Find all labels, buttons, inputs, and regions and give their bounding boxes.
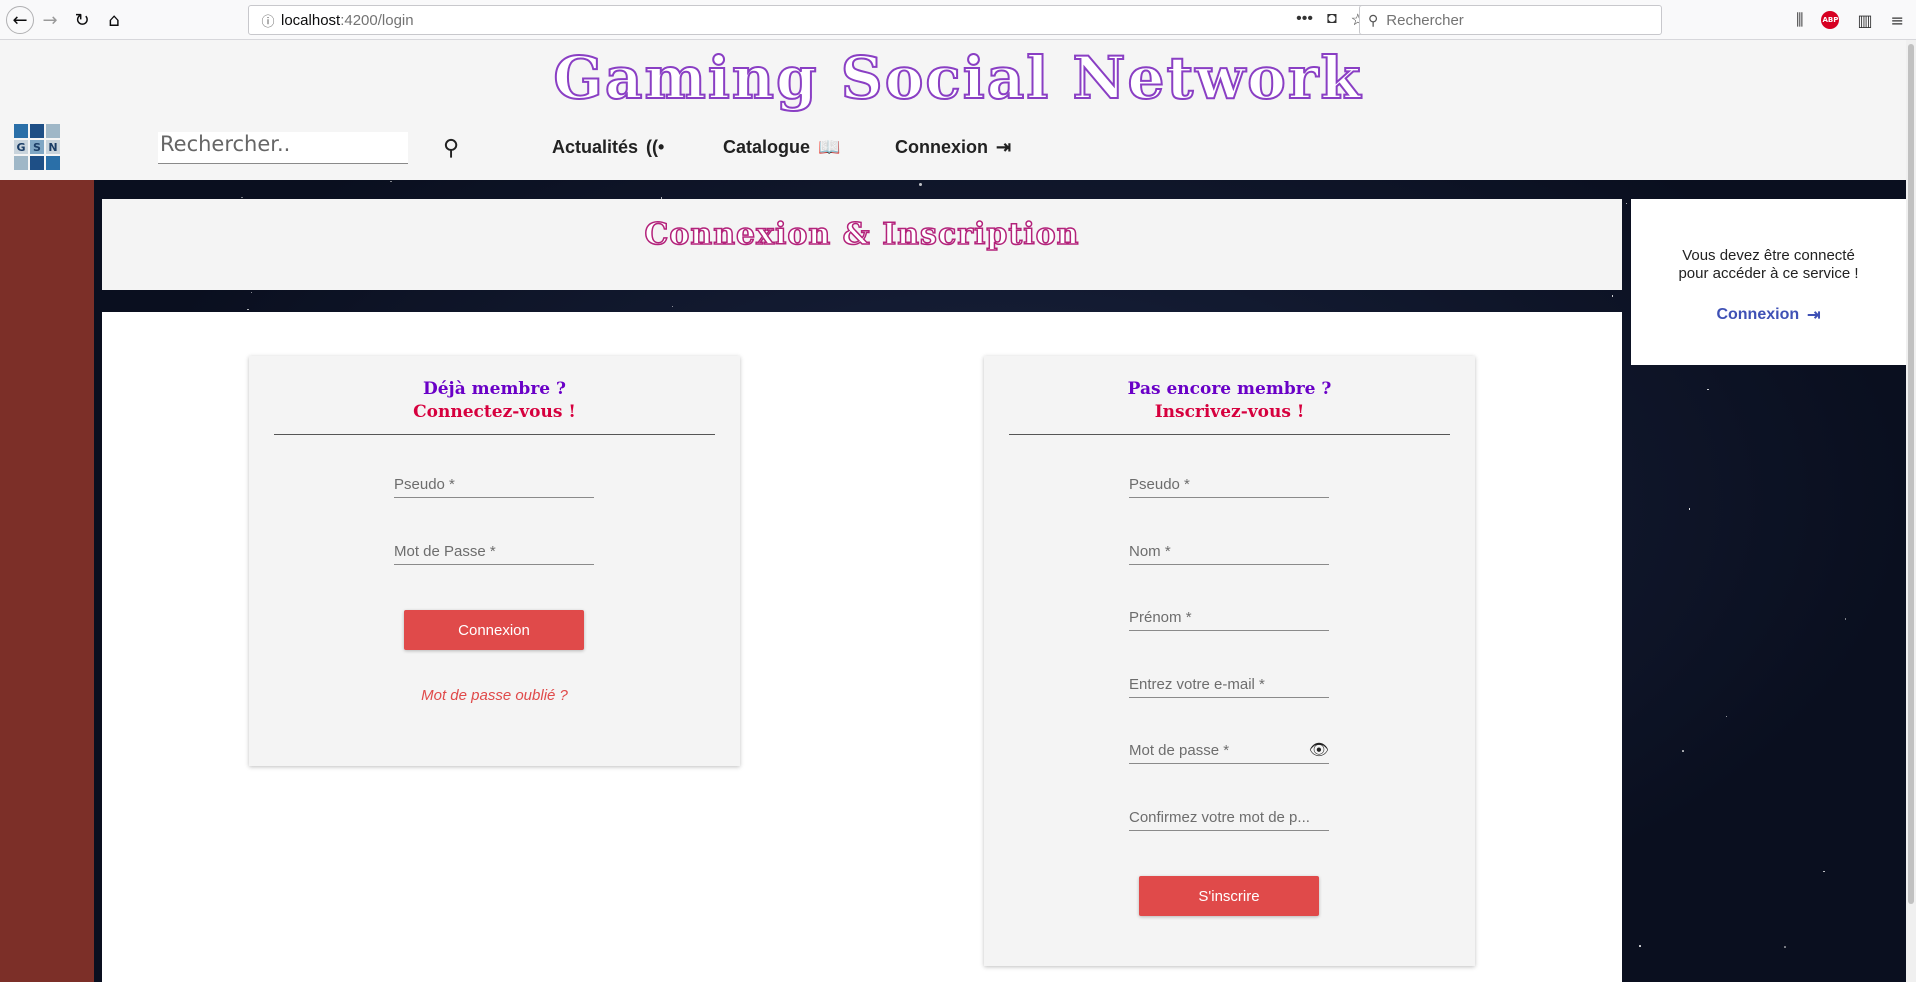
star [241, 196, 243, 199]
site-header: Gaming Social Network G S N Rechercher..… [0, 40, 1916, 180]
page-title: Connexion & Inscription [644, 216, 1080, 253]
nav-connexion-label: Connexion [895, 137, 988, 157]
more-icon[interactable]: ••• [1296, 10, 1313, 30]
star [919, 182, 923, 186]
menu-icon[interactable]: ≡ [1891, 11, 1904, 30]
signup-heading-line2: Inscrivez-vous ! [1154, 402, 1305, 422]
signup-nom-field[interactable]: Nom * [1129, 541, 1329, 565]
page-title-panel: Connexion & Inscription [102, 199, 1622, 290]
login-required-message: Vous devez être connecté pour accéder à … [1678, 247, 1859, 282]
sign-in-icon: ⇥ [1807, 307, 1821, 324]
search-icon[interactable]: ⚲ [443, 136, 459, 161]
info-icon[interactable]: ⓘ [255, 11, 281, 30]
url-bar[interactable]: ⓘ localhost:4200/login ••• ◘ ☆ [248, 5, 1374, 35]
sidebar-connexion-link[interactable]: Connexion ⇥ [1716, 305, 1820, 325]
login-pseudo-field[interactable]: Pseudo * [394, 474, 594, 498]
browser-search-placeholder: Rechercher [1386, 11, 1464, 29]
star [1844, 618, 1847, 620]
logo-letter-s: S [30, 140, 44, 154]
sidebar-icon[interactable]: ▥ [1857, 11, 1872, 30]
star [1639, 945, 1641, 947]
nav-actualites-label: Actualités [552, 137, 639, 157]
rss-icon: ((• [646, 137, 665, 157]
signup-confirm-password-field[interactable]: Confirmez votre mot de p... [1129, 807, 1329, 831]
url-path: :4200/login [340, 11, 414, 29]
left-background-strip [0, 180, 94, 982]
pocket-icon[interactable]: ◘ [1327, 10, 1337, 30]
browser-toolbar: ← → ↻ ⌂ ⓘ localhost:4200/login ••• ◘ ☆ ⚲… [0, 0, 1916, 40]
star [1688, 508, 1691, 510]
gsn-logo[interactable]: G S N [14, 124, 62, 172]
login-required-card: Vous devez être connecté pour accéder à … [1631, 199, 1906, 365]
star [671, 305, 674, 308]
page-scrollbar[interactable] [1906, 40, 1916, 982]
back-icon[interactable]: ← [6, 6, 34, 34]
signup-prenom-field[interactable]: Prénom * [1129, 607, 1329, 631]
nav-catalogue[interactable]: Catalogue 📖 [723, 137, 840, 158]
site-title: Gaming Social Network [552, 43, 1363, 113]
forgot-password-link[interactable]: Mot de passe oublié ? [249, 687, 740, 704]
login-card: Déjà membre ? Connectez-vous ! Pseudo * … [249, 356, 740, 766]
home-icon[interactable]: ⌂ [100, 6, 128, 34]
signup-heading: Pas encore membre ? Inscrivez-vous ! [984, 378, 1475, 424]
search-icon: ⚲ [1368, 11, 1379, 28]
logo-letter-n: N [46, 140, 60, 154]
star [1823, 870, 1825, 873]
forward-icon[interactable]: → [36, 6, 64, 34]
sign-in-icon: ⇥ [996, 137, 1012, 157]
logo-letter-g: G [14, 140, 28, 154]
book-reader-icon: 📖 [818, 137, 841, 157]
scrollbar-thumb[interactable] [1908, 44, 1914, 904]
signup-password-field[interactable]: Mot de passe * 👁 [1129, 740, 1329, 764]
login-heading-line1: Déjà membre ? [423, 379, 566, 399]
star [247, 308, 249, 311]
login-password-field[interactable]: Mot de Passe * [394, 541, 594, 565]
main-content: Déjà membre ? Connectez-vous ! Pseudo * … [102, 312, 1622, 982]
star [1725, 715, 1728, 718]
signup-card: Pas encore membre ? Inscrivez-vous ! Pse… [984, 356, 1475, 966]
site-search-input[interactable]: Rechercher.. [158, 132, 408, 164]
star [1625, 202, 1628, 205]
star [1611, 295, 1614, 297]
signup-pseudo-field[interactable]: Pseudo * [1129, 474, 1329, 498]
signup-heading-line1: Pas encore membre ? [1127, 379, 1332, 399]
url-host: localhost [281, 11, 341, 29]
divider [274, 434, 715, 435]
login-button[interactable]: Connexion [404, 610, 584, 650]
star [1682, 750, 1684, 752]
sidebar-connexion-label: Connexion [1716, 306, 1800, 323]
star [1784, 946, 1786, 948]
library-icon[interactable]: ⫼ [1796, 10, 1803, 30]
eye-icon[interactable]: 👁 [1309, 740, 1329, 760]
signup-password-label: Mot de passe * [1129, 742, 1230, 759]
adblock-icon[interactable]: ABP [1821, 11, 1840, 29]
signup-button[interactable]: S'inscrire [1139, 876, 1319, 916]
star [250, 291, 253, 294]
star [390, 180, 392, 183]
divider [1009, 434, 1450, 435]
nav-actualites[interactable]: Actualités ((• [552, 137, 664, 158]
nav-catalogue-label: Catalogue [723, 137, 811, 157]
nav-connexion[interactable]: Connexion ⇥ [895, 137, 1011, 158]
login-heading-line2: Connectez-vous ! [413, 402, 576, 422]
signup-email-field[interactable]: Entrez votre e-mail * [1129, 674, 1329, 698]
browser-search-input[interactable]: ⚲ Rechercher [1359, 5, 1662, 35]
star [1707, 388, 1709, 391]
reload-icon[interactable]: ↻ [68, 6, 96, 34]
login-heading: Déjà membre ? Connectez-vous ! [249, 378, 740, 424]
